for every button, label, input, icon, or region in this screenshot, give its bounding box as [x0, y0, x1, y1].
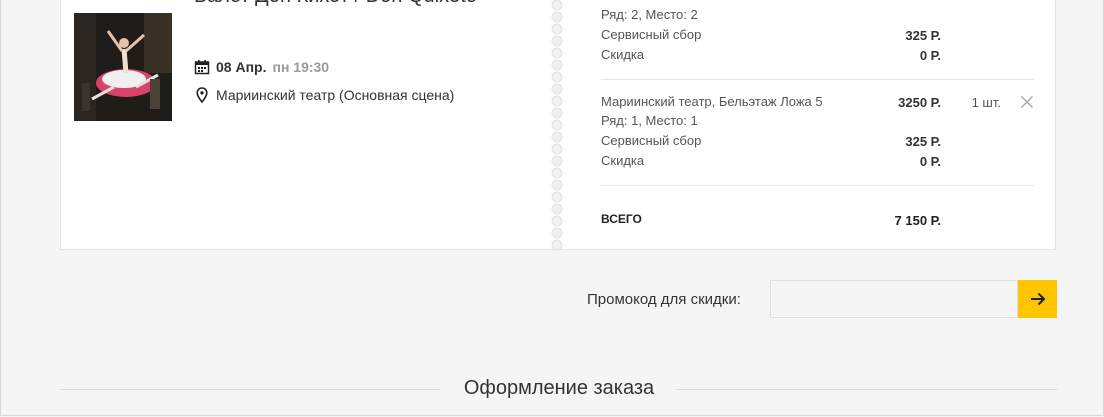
event-venue: Мариинский театр (Основная сцена) — [216, 87, 455, 103]
event-date-row: 08 Апр. пн 19:30 — [194, 59, 329, 75]
ticket-discount: 0 Р. — [919, 48, 941, 63]
ticket-place: Ряд: 1, Место: 1 — [601, 113, 698, 128]
ticket-price: 3250 Р. — [898, 95, 941, 110]
ticket-discount-label: Скидка — [601, 153, 645, 168]
event-poster-image — [74, 13, 172, 121]
ticket-divider — [601, 79, 1034, 80]
arrow-right-icon — [1030, 292, 1045, 306]
event-title[interactable]: Балет Дон Кихот / Don Quixote — [194, 0, 477, 8]
ticket-perforation — [551, 0, 563, 251]
checkout-section-title: Оформление заказа — [463, 377, 655, 399]
calendar-icon — [194, 60, 210, 75]
ticket-discount: 0 Р. — [919, 154, 941, 169]
ticket-service-fee: 325 Р. — [905, 28, 941, 43]
ticket-service-fee: 325 Р. — [905, 134, 941, 149]
total-value: 7 150 Р. — [894, 213, 941, 228]
remove-ticket-icon[interactable] — [1020, 95, 1034, 109]
event-date: 08 Апр. — [216, 59, 267, 75]
apply-promo-button[interactable] — [1018, 280, 1057, 318]
order-card: Балет Дон Кихот / Don Quixote 08 Апр. пн… — [60, 0, 1056, 251]
ticket-discount-label: Скидка — [601, 47, 645, 62]
ticket-place: Ряд: 2, Место: 2 — [601, 7, 698, 22]
ticket-section: Мариинский театр, Бельэтаж Ложа 5 — [601, 94, 823, 109]
summary-divider — [601, 185, 1034, 186]
ticket-service-label: Сервисный сбор — [601, 133, 702, 148]
ticket-service-label: Сервисный сбор — [601, 27, 702, 42]
event-time: пн 19:30 — [272, 59, 330, 75]
ticket-quantity: 1 шт. — [971, 95, 1001, 110]
event-venue-row: Мариинский театр (Основная сцена) — [194, 87, 454, 103]
location-pin-icon — [196, 87, 208, 103]
promo-label: Промокод для скидки: — [587, 291, 741, 308]
promo-code-input[interactable] — [770, 280, 1018, 318]
